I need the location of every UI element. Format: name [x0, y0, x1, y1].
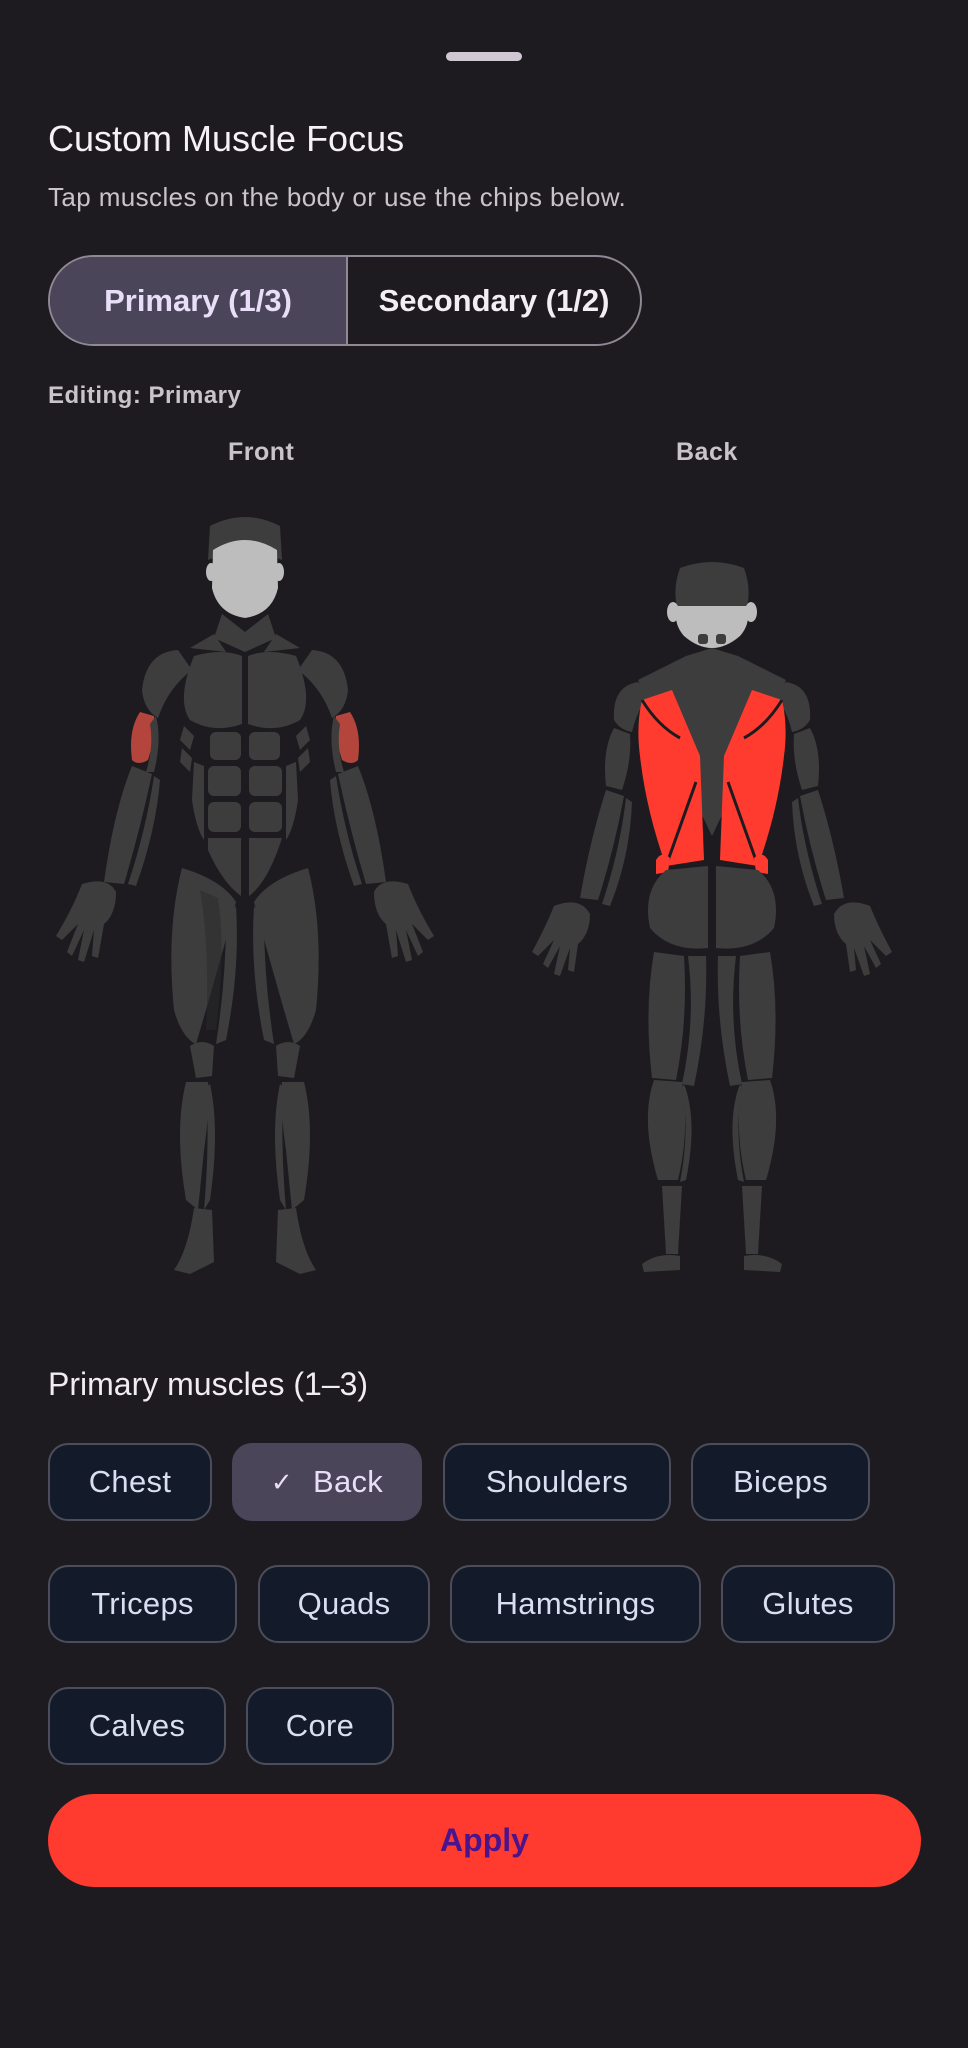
back-body-figure — [532, 562, 892, 1272]
back-tricep-right[interactable] — [793, 728, 819, 790]
back-hamstring-left[interactable] — [648, 952, 685, 1080]
chip-triceps[interactable]: Triceps — [48, 1565, 237, 1643]
primary-muscles-title: Primary muscles (1–3) — [48, 1366, 369, 1402]
front-calf-right[interactable] — [281, 1082, 311, 1210]
chip-label: Calves — [88, 1708, 186, 1743]
chip-label: Glutes — [762, 1586, 854, 1621]
front-hand-right — [374, 881, 434, 962]
chip-shoulders[interactable]: Shoulders — [443, 1443, 671, 1521]
front-hand-left — [56, 881, 116, 962]
chip-label: Shoulders — [485, 1464, 629, 1499]
front-shoulder-right[interactable] — [298, 650, 348, 718]
chip-label: Triceps — [91, 1586, 194, 1621]
chip-calves[interactable]: Calves — [48, 1687, 226, 1765]
back-hair — [675, 562, 749, 610]
back-glute-right[interactable] — [716, 866, 776, 949]
front-chest-right[interactable] — [248, 652, 307, 729]
back-calf-right[interactable] — [738, 1080, 777, 1180]
front-body-figure — [56, 517, 434, 1274]
segment-primary[interactable]: Primary (1/3) — [50, 257, 348, 344]
back-view-label: Back — [676, 438, 738, 466]
sheet-subtitle: Tap muscles on the body or use the chips… — [48, 182, 627, 212]
front-head — [212, 540, 278, 618]
chip-quads[interactable]: Quads — [258, 1565, 430, 1643]
chip-back[interactable]: ✓ Back — [232, 1443, 422, 1521]
chip-biceps[interactable]: Biceps — [691, 1443, 870, 1521]
front-shoulder-left[interactable] — [142, 650, 192, 718]
sheet-title: Custom Muscle Focus — [48, 118, 405, 159]
chip-label: Core — [285, 1708, 355, 1743]
check-icon: ✓ — [270, 1466, 293, 1497]
chip-core[interactable]: Core — [246, 1687, 394, 1765]
drag-handle[interactable] — [446, 52, 522, 61]
chip-glutes[interactable]: Glutes — [721, 1565, 895, 1643]
chip-hamstrings[interactable]: Hamstrings — [450, 1565, 701, 1643]
chip-label: Quads — [297, 1586, 391, 1621]
bottom-sheet: Custom Muscle Focus Tap muscles on the b… — [0, 0, 968, 2048]
front-neck-muscle[interactable] — [214, 614, 276, 652]
back-calf-left[interactable] — [647, 1080, 686, 1180]
front-abs[interactable] — [208, 732, 282, 896]
back-glute-left[interactable] — [648, 866, 708, 949]
chip-label: Biceps — [733, 1464, 828, 1499]
editing-label: Editing: Primary — [48, 382, 242, 409]
front-view-label: Front — [228, 438, 295, 466]
apply-button[interactable]: Apply — [48, 1794, 921, 1887]
back-tricep-left[interactable] — [605, 728, 631, 790]
back-head — [676, 606, 748, 648]
front-chest-left[interactable] — [183, 652, 242, 729]
primary-secondary-toggle: Primary (1/3) Secondary (1/2) — [48, 255, 642, 346]
chip-label: Hamstrings — [495, 1586, 656, 1621]
front-calf-left[interactable] — [180, 1082, 209, 1210]
chip-chest[interactable]: Chest — [48, 1443, 212, 1521]
back-hamstring-right[interactable] — [739, 952, 776, 1080]
chip-label: Back — [312, 1464, 384, 1499]
segment-secondary[interactable]: Secondary (1/2) — [348, 257, 640, 344]
chip-label: Chest — [88, 1464, 172, 1499]
